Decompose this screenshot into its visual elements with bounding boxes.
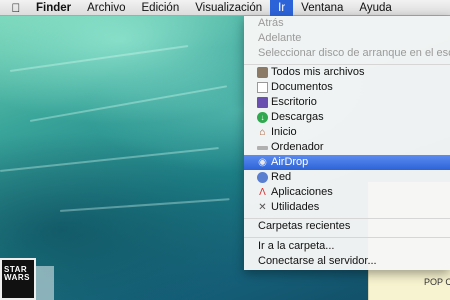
menu-item-red[interactable]: Red — [244, 170, 450, 185]
menu-item-label: Descargas — [271, 111, 324, 123]
menu-item-label: Documentos — [271, 81, 333, 93]
background-window-label: POP C — [424, 277, 450, 287]
network-icon — [257, 172, 268, 183]
menu-ventana[interactable]: Ventana — [293, 0, 351, 16]
menu-item-escritorio[interactable]: Escritorio — [244, 95, 450, 110]
menu-archivo[interactable]: Archivo — [79, 0, 133, 16]
menu-item-label: Ordenador — [271, 141, 324, 153]
menu-item-label: Seleccionar disco de arranque en el escr… — [258, 47, 450, 59]
menu-item-ordenador[interactable]: Ordenador — [244, 140, 450, 155]
desktop-icon — [257, 97, 268, 108]
apple-icon[interactable]:  — [0, 1, 28, 15]
utilities-icon: ✕ — [258, 202, 267, 213]
menu-item-inicio[interactable]: ⌂ Inicio — [244, 125, 450, 140]
computer-icon — [257, 146, 268, 150]
menu-item-adelante[interactable]: Adelante — [244, 31, 450, 46]
menu-item-label: Inicio — [271, 126, 297, 138]
menu-separator — [244, 237, 450, 238]
menu-bar:  Finder Archivo Edición Visualización I… — [0, 0, 450, 16]
home-icon: ⌂ — [259, 127, 266, 138]
menu-item-carpetas-recientes[interactable]: Carpetas recientes — [244, 219, 450, 234]
menu-item-label: AirDrop — [271, 156, 309, 168]
airdrop-icon: ◉ — [258, 157, 267, 168]
menu-ayuda[interactable]: Ayuda — [351, 0, 399, 16]
menu-item-airdrop[interactable]: ◉ AirDrop — [244, 155, 450, 170]
menu-item-seleccionar-disco[interactable]: Seleccionar disco de arranque en el escr… — [244, 46, 450, 61]
menu-item-label: Todos mis archivos — [271, 66, 365, 78]
menu-item-label: Atrás — [258, 17, 284, 29]
menu-item-label: Escritorio — [271, 96, 317, 108]
desktop-icon-shadow — [36, 266, 54, 300]
menu-item-descargas[interactable]: ↓ Descargas — [244, 110, 450, 125]
menu-edicion[interactable]: Edición — [134, 0, 188, 16]
go-menu-dropdown: Atrás Adelante Seleccionar disco de arra… — [244, 16, 450, 270]
downloads-icon: ↓ — [257, 112, 268, 123]
documents-icon — [257, 82, 268, 93]
menu-item-label: Ir a la carpeta... — [258, 240, 335, 252]
star-wars-icon-text: STAR WARS — [4, 265, 30, 282]
menu-item-label: Aplicaciones — [271, 186, 333, 198]
menu-visualizacion[interactable]: Visualización — [187, 0, 270, 16]
menu-item-aplicaciones[interactable]: Λ Aplicaciones — [244, 185, 450, 200]
star-wars-icon[interactable]: STAR WARS — [0, 258, 36, 300]
menu-item-label: Carpetas recientes — [258, 220, 351, 232]
menu-item-atras[interactable]: Atrás — [244, 16, 450, 31]
menu-item-label: Red — [271, 171, 292, 183]
all-files-icon — [257, 67, 268, 78]
menu-item-conectarse-al-servidor[interactable]: Conectarse al servidor... — [244, 254, 450, 269]
menu-item-todos-mis-archivos[interactable]: Todos mis archivos — [244, 65, 450, 80]
menu-item-documentos[interactable]: Documentos — [244, 80, 450, 95]
applications-icon: Λ — [259, 187, 266, 198]
menu-item-utilidades[interactable]: ✕ Utilidades — [244, 200, 450, 215]
menu-ir[interactable]: Ir — [270, 0, 294, 16]
menu-item-label: Utilidades — [271, 201, 320, 213]
menu-finder[interactable]: Finder — [28, 0, 79, 16]
menu-item-label: Conectarse al servidor... — [258, 255, 377, 267]
menu-item-ir-a-la-carpeta[interactable]: Ir a la carpeta... — [244, 239, 450, 254]
menu-item-label: Adelante — [258, 32, 302, 44]
